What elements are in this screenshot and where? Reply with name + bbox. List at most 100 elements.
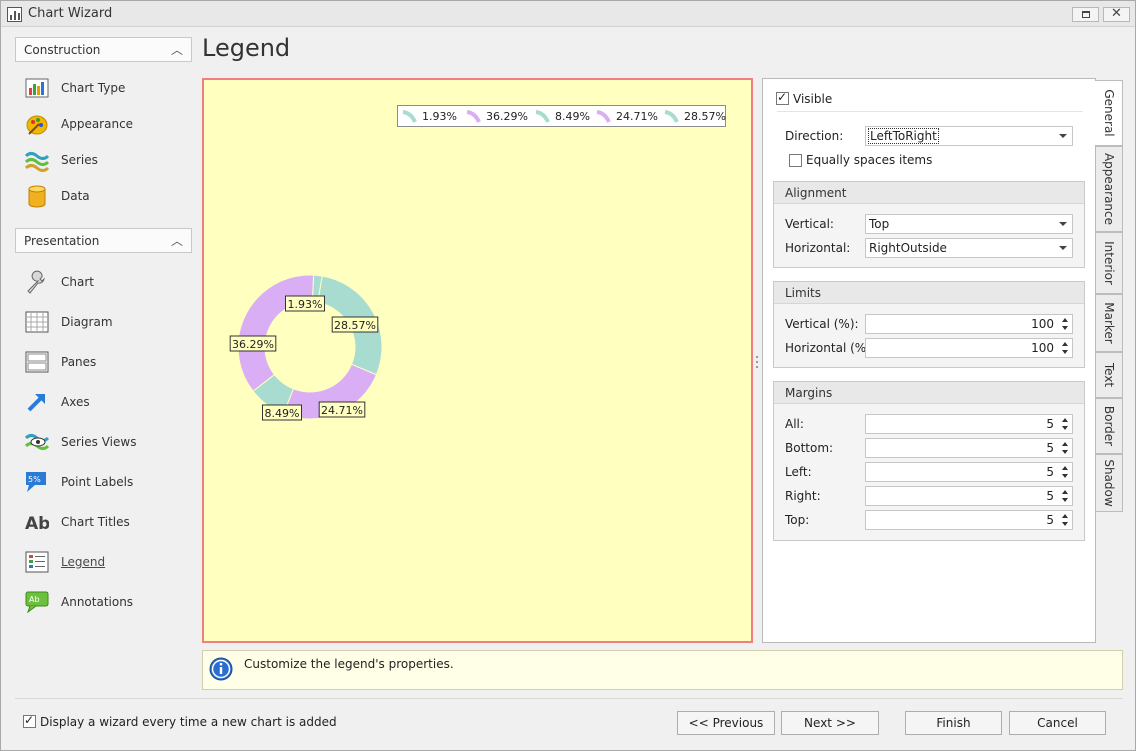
doughnut-slice[interactable] [237,274,315,392]
tab-label: Marker [1102,302,1116,344]
alignment-header: Alignment [785,186,847,200]
point-label: 8.49% [262,404,302,421]
svg-text:Ab: Ab [25,514,49,534]
nav-item-legend[interactable]: Legend [23,548,193,578]
series-icon [25,152,49,172]
alignment-group: Alignment Vertical: Top Horizontal: Righ… [773,181,1085,268]
tab-text[interactable]: Text [1096,352,1123,398]
tab-label: Interior [1102,241,1116,285]
point-labels-icon: 5% [26,472,46,492]
nav-item-axes[interactable]: Axes [23,388,193,418]
spin-up-icon[interactable] [1062,442,1068,446]
title-bar: Chart Wizard ✕ [1,1,1135,27]
window-title: Chart Wizard [28,6,113,21]
alignment-vertical-select[interactable]: Top [865,214,1073,234]
spin-up-icon[interactable] [1062,466,1068,470]
tab-label: Border [1102,405,1116,447]
display-wizard-checkbox[interactable] [23,713,36,728]
margins-header: Margins [785,386,833,400]
nav-label: Appearance [61,117,134,131]
tab-label: Text [1102,362,1116,388]
chevron-down-icon [1059,246,1067,250]
point-label: 28.57% [331,316,379,333]
nav-item-chart-type[interactable]: Chart Type [23,74,193,104]
margins-right-spinner[interactable]: 5 [865,486,1073,506]
point-label: 36.29% [229,335,277,352]
spin-down-icon[interactable] [1062,522,1068,526]
close-button[interactable]: ✕ [1103,6,1130,22]
previous-button[interactable]: << Previous [677,711,775,735]
appearance-icon [26,115,48,135]
page-title: Legend [202,34,291,62]
spin-up-icon[interactable] [1062,490,1068,494]
spin-up-icon[interactable] [1062,318,1068,322]
spin-down-icon[interactable] [1062,498,1068,502]
limits-vertical-spinner[interactable]: 100 [865,314,1073,334]
spin-up-icon[interactable] [1062,342,1068,346]
construction-group-header[interactable]: Construction ︿ [15,37,192,62]
spin-up-icon[interactable] [1062,514,1068,518]
properties-panel: Visible Direction: LeftToRight Equally s… [762,78,1096,643]
nav-item-appearance[interactable]: Appearance [23,110,193,140]
legend-marker-icon [466,110,481,123]
splitter-grip[interactable] [755,356,759,368]
next-button[interactable]: Next >> [781,711,879,735]
alignment-horizontal-select[interactable]: RightOutside [865,238,1073,258]
equally-spaces-checkbox[interactable] [789,154,802,167]
nav-item-series[interactable]: Series [23,146,193,176]
limits-horizontal-label: Horizontal (%) [785,341,871,355]
spin-down-icon[interactable] [1062,426,1068,430]
tab-border[interactable]: Border [1096,398,1123,454]
spin-down-icon[interactable] [1062,350,1068,354]
spin-down-icon[interactable] [1062,326,1068,330]
construction-header-label: Construction [24,43,101,57]
alignment-vertical-value: Top [869,217,890,231]
presentation-group-header[interactable]: Presentation ︿ [15,228,192,253]
nav-label: Data [61,189,90,203]
nav-item-chart[interactable]: Chart [23,268,193,298]
chart-preview[interactable]: 1.93% 28.57% 24.71% 8.49% 36.29% 1.93% 36.29… [202,78,753,643]
visible-checkbox[interactable] [776,90,789,105]
nav-label: Diagram [61,315,113,329]
cancel-button[interactable]: Cancel [1009,711,1106,735]
visible-label: Visible [793,92,833,106]
nav-item-chart-titles[interactable]: Ab Chart Titles [23,508,193,538]
margins-all-spinner[interactable]: 5 [865,414,1073,434]
limits-horizontal-spinner[interactable]: 100 [865,338,1073,358]
margins-bottom-spinner[interactable]: 5 [865,438,1073,458]
legend-label: 8.49% [555,110,590,123]
direction-select[interactable]: LeftToRight [865,126,1073,146]
limits-vertical-label: Vertical (%): [785,317,859,331]
finish-button[interactable]: Finish [905,711,1002,735]
tab-appearance[interactable]: Appearance [1096,146,1123,232]
spin-up-icon[interactable] [1062,418,1068,422]
nav-item-series-views[interactable]: Series Views [23,428,193,458]
legend-marker-icon [596,110,611,123]
margins-top-spinner[interactable]: 5 [865,510,1073,530]
legend-label: 24.71% [616,110,658,123]
nav-item-annotations[interactable]: Ab Annotations [23,588,193,618]
series-views-icon [25,434,49,450]
nav-item-point-labels[interactable]: 5% Point Labels [23,468,193,498]
panes-icon [25,351,49,373]
nav-item-panes[interactable]: Panes [23,348,193,378]
nav-item-diagram[interactable]: Diagram [23,308,193,338]
margins-left-spinner[interactable]: 5 [865,462,1073,482]
tab-interior[interactable]: Interior [1096,232,1123,294]
tab-marker[interactable]: Marker [1096,294,1123,352]
chart-legend[interactable]: 1.93% 36.29% 8.49% 24.71% 28.57% [397,105,726,127]
margins-left-value: 5 [1046,465,1054,479]
margins-right-label: Right: [785,489,821,503]
nav-label: Series [61,153,98,167]
tab-shadow[interactable]: Shadow [1096,454,1123,512]
limits-group: Limits Vertical (%): 100 Horizontal (%) … [773,281,1085,368]
maximize-button[interactable] [1072,7,1099,22]
point-label: 1.93% [285,295,325,312]
nav-label: Chart [61,275,94,289]
limits-horizontal-value: 100 [1031,341,1054,355]
nav-item-data[interactable]: Data [23,182,193,212]
tab-general[interactable]: General [1095,80,1123,146]
axes-icon [27,394,45,412]
spin-down-icon[interactable] [1062,450,1068,454]
spin-down-icon[interactable] [1062,474,1068,478]
